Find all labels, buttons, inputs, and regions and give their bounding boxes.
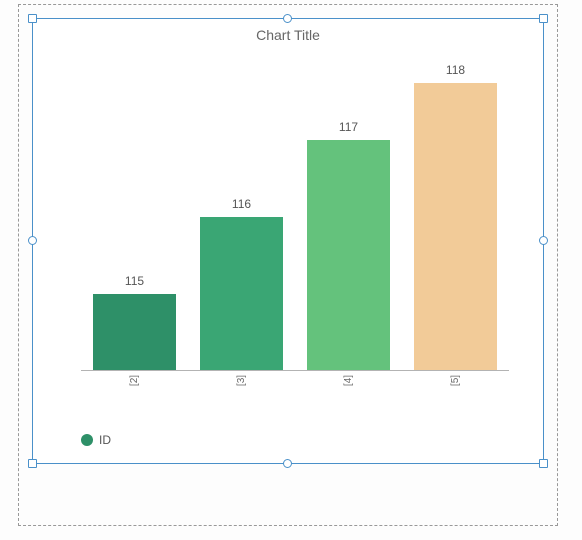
plot-area[interactable]: 115 116 117 118 [81,63,509,371]
category-label: [3] [188,375,295,411]
category-label: [5] [402,375,509,411]
bar[interactable] [200,217,283,371]
category-label: [4] [295,375,402,411]
resize-handle-b[interactable] [283,459,292,468]
legend-label: ID [99,433,111,447]
resize-handle-br[interactable] [539,459,548,468]
resize-handle-r[interactable] [539,236,548,245]
bar[interactable] [93,294,176,371]
bar[interactable] [414,83,497,371]
resize-handle-t[interactable] [283,14,292,23]
bar[interactable] [307,140,390,371]
legend[interactable]: ID [81,433,111,447]
category-axis-labels: [2][3][4][5] [81,375,509,411]
data-label: 116 [232,197,251,211]
resize-handle-bl[interactable] [28,459,37,468]
chart-object[interactable]: Chart Title 115 116 117 118 [2][3][4][5] ID [32,18,544,464]
legend-marker-icon [81,434,93,446]
category-label: [2] [81,375,188,411]
resize-handle-l[interactable] [28,236,37,245]
resize-handle-tr[interactable] [539,14,548,23]
resize-handle-tl[interactable] [28,14,37,23]
bar-slot[interactable]: 117 [295,63,402,371]
x-axis-line [81,370,509,371]
chart-title[interactable]: Chart Title [33,27,543,43]
data-label: 115 [125,274,144,288]
data-label: 117 [339,120,358,134]
bar-slot[interactable]: 116 [188,63,295,371]
bar-slot[interactable]: 115 [81,63,188,371]
bar-slot[interactable]: 118 [402,63,509,371]
data-label: 118 [446,63,465,77]
